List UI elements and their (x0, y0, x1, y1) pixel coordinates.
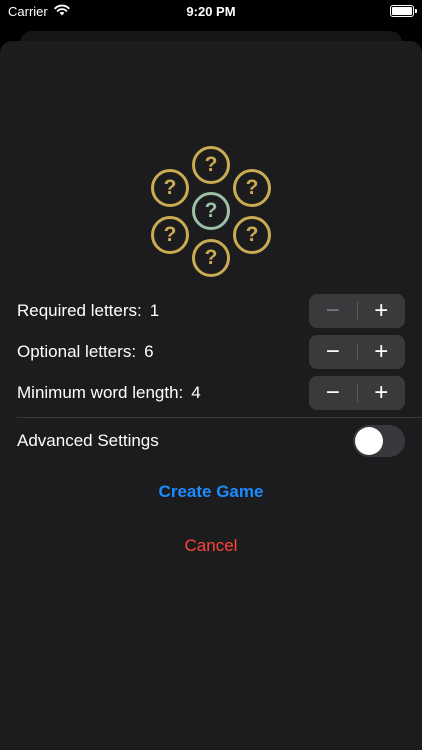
advanced-settings-label: Advanced Settings (17, 431, 159, 450)
optional-letters-label: Optional letters: (17, 342, 137, 361)
hive-cell-center: ? (192, 192, 230, 230)
required-letters-decrement-button[interactable]: − (309, 294, 357, 328)
optional-letters-decrement-button[interactable]: − (309, 335, 357, 369)
required-letters-label: Required letters: (17, 301, 142, 320)
question-mark-icon: ? (245, 223, 259, 246)
question-mark-icon: ? (163, 176, 177, 199)
minimum-word-length-decrement-button[interactable]: − (309, 376, 357, 410)
minimum-word-length-stepper[interactable]: − + (309, 376, 405, 410)
question-mark-icon: ? (245, 176, 259, 199)
question-mark-icon: ? (163, 223, 177, 246)
required-letters-stepper[interactable]: − + (309, 294, 405, 328)
advanced-settings-toggle[interactable] (353, 425, 405, 457)
minimum-word-length-increment-button[interactable]: + (357, 376, 405, 410)
optional-letters-stepper[interactable]: − + (309, 335, 405, 369)
question-mark-icon: ? (204, 199, 218, 222)
question-mark-icon: ? (204, 153, 218, 176)
hive-cell-top: ? (192, 146, 230, 184)
advanced-settings-row: Advanced Settings (17, 424, 405, 458)
required-letters-value: 1 (149, 301, 160, 320)
minimum-word-length-row: Minimum word length: 4 − + (17, 376, 405, 410)
battery-icon (390, 5, 417, 17)
new-game-sheet: ? ? ? ? ? ? ? Required letters: 1 − + Op… (0, 41, 422, 750)
optional-letters-increment-button[interactable]: + (357, 335, 405, 369)
required-letters-increment-button[interactable]: + (357, 294, 405, 328)
required-letters-row: Required letters: 1 − + (17, 294, 405, 328)
minimum-word-length-value: 4 (191, 383, 201, 402)
hive-cell-bottom: ? (192, 239, 230, 277)
cancel-button[interactable]: Cancel (0, 536, 422, 556)
status-time: 9:20 PM (186, 4, 236, 19)
hive-cell-upper-right: ? (233, 169, 271, 207)
hive-cell-lower-left: ? (151, 216, 189, 254)
optional-letters-row: Optional letters: 6 − + (17, 335, 405, 369)
status-bar: Carrier 9:20 PM (0, 0, 422, 24)
minimum-word-length-label: Minimum word length: (17, 383, 184, 402)
create-game-button[interactable]: Create Game (0, 482, 422, 502)
section-divider (17, 417, 422, 418)
toggle-knob (355, 427, 383, 455)
optional-letters-value: 6 (144, 342, 154, 361)
hive-cell-upper-left: ? (151, 169, 189, 207)
hive-cell-lower-right: ? (233, 216, 271, 254)
question-mark-icon: ? (204, 246, 218, 269)
